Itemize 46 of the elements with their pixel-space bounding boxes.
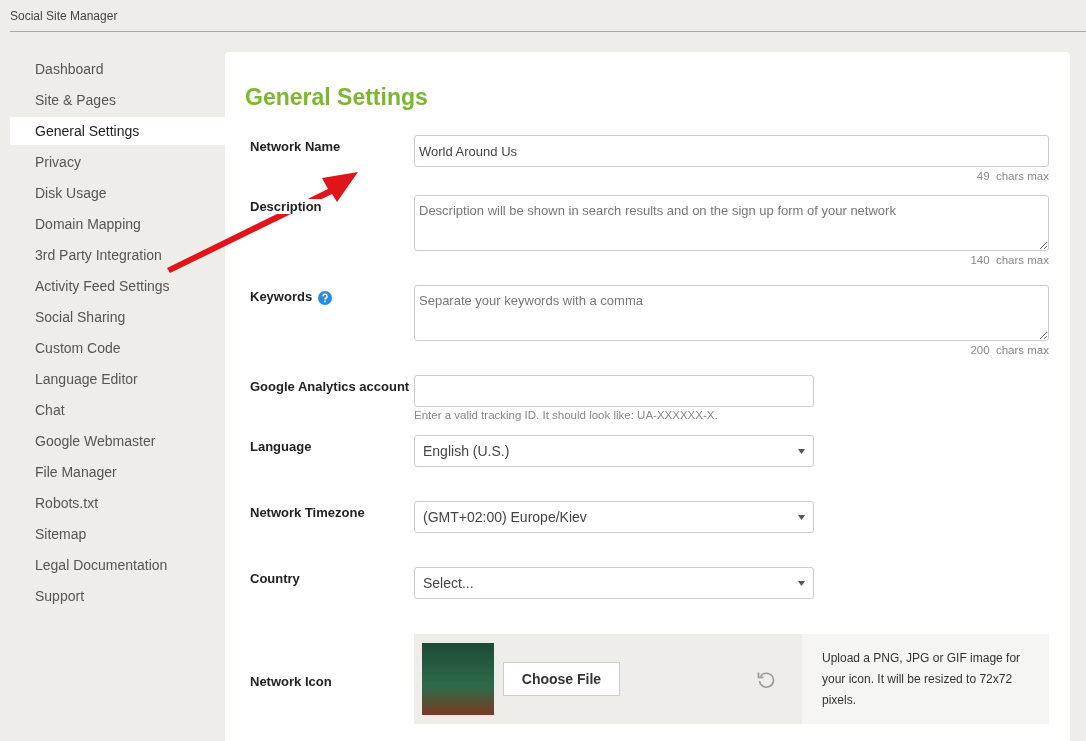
sidebar-item[interactable]: Support [10, 582, 225, 610]
sidebar-item[interactable]: File Manager [10, 458, 225, 486]
field-label: Keywords [250, 289, 313, 304]
sidebar-item[interactable]: Google Webmaster [10, 427, 225, 455]
help-icon[interactable] [318, 291, 333, 305]
text-field[interactable]: World Around Us [414, 135, 1049, 167]
window-title: Social Site Manager [10, 8, 118, 23]
sidebar-item[interactable]: Language Editor [10, 365, 225, 393]
photo-placeholder [422, 643, 494, 715]
field-hint: Enter a valid tracking ID. It should look like: UA-XXXXXX-X. [414, 409, 719, 423]
sidebar-item[interactable]: Privacy [10, 148, 225, 176]
sidebar-item[interactable]: General Settings [10, 117, 225, 145]
choose-file-button[interactable]: Choose File [503, 662, 620, 696]
caret-icon [798, 580, 805, 586]
caret-icon [798, 448, 805, 454]
sidebar-item[interactable]: Site & Pages [10, 86, 225, 114]
char-limit: 200 chars max [970, 344, 1049, 358]
sidebar-item[interactable]: Chat [10, 396, 225, 424]
upload-note: Upload a PNG, JPG or GIF image for your icon. It will be resized to 72x72 pixels. [802, 634, 1049, 724]
field-label: Country [250, 571, 300, 586]
sidebar-item[interactable]: Sitemap [10, 520, 225, 548]
sidebar-item[interactable]: Legal Documentation [10, 551, 225, 579]
char-limit: 49 chars max [976, 170, 1049, 184]
field-label: Network Name [250, 139, 341, 154]
sidebar-item[interactable]: Robots.txt [10, 489, 225, 517]
page-title: General Settings [245, 83, 429, 112]
sidebar-item[interactable]: Custom Code [10, 334, 225, 362]
text-field[interactable] [414, 375, 814, 407]
select-dropdown[interactable]: English (U.S.) [414, 435, 814, 467]
sidebar-item[interactable]: Domain Mapping [10, 210, 225, 238]
field-label: Network Timezone [250, 505, 365, 520]
caret-icon [798, 514, 805, 520]
field-label: Google Analytics account [250, 379, 410, 394]
text-area[interactable]: Description will be shown in search results and on the sign up form of your network [414, 195, 1049, 251]
text-area[interactable]: Separate your keywords with a comma [414, 285, 1049, 341]
sidebar-item[interactable]: Activity Feed Settings [10, 272, 225, 300]
sidebar-item[interactable]: Dashboard [10, 55, 225, 83]
reset-icon[interactable] [756, 669, 776, 689]
field-label: Description [250, 199, 322, 214]
sidebar-item[interactable]: Social Sharing [10, 303, 225, 331]
select-dropdown[interactable]: (GMT+02:00) Europe/Kiev [414, 501, 814, 533]
sidebar-item[interactable]: Disk Usage [10, 179, 225, 207]
field-label: Language [250, 439, 312, 454]
char-limit: 140 chars max [970, 254, 1049, 268]
sidebar-item[interactable]: 3rd Party Integration [10, 241, 225, 269]
select-dropdown[interactable]: Select... [414, 567, 814, 599]
